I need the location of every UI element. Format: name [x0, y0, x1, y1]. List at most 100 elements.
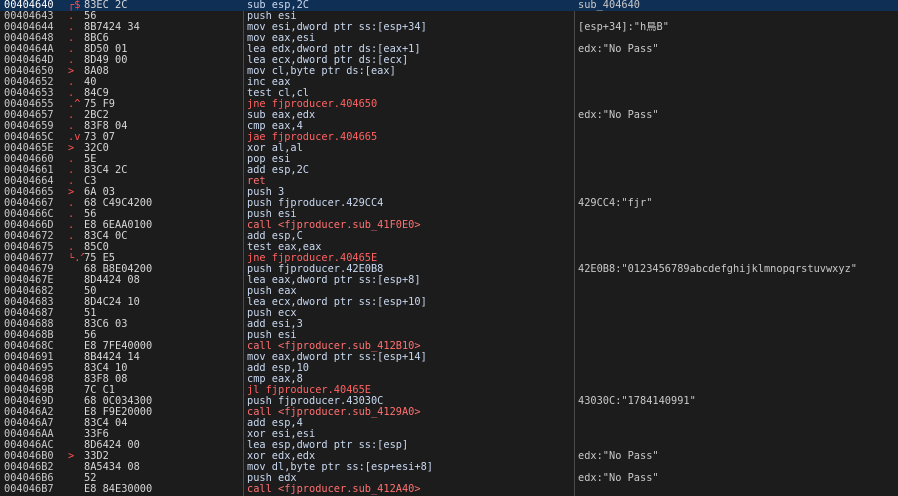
disasm-row[interactable]: 0040469D 68 0C034300 push fjproducer.43030… — [0, 396, 898, 407]
disasm-row[interactable]: 0040466C. 56 push esi — [0, 209, 898, 220]
bytes-cell: 32C0 — [84, 143, 109, 154]
instruction-cell: call <fjproducer.sub_4129A0> — [247, 407, 421, 418]
address-cell: 00404677 — [4, 253, 54, 264]
bytes-cell: 2BC2 — [84, 110, 109, 121]
instruction-cell: lea ecx,dword ptr ds:[ecx] — [247, 55, 409, 66]
disasm-row[interactable]: 00404687 51 push ecx — [0, 308, 898, 319]
bytes-cell: E8 6EAA0100 — [84, 220, 153, 231]
bytes-cell: 7C C1 — [84, 385, 115, 396]
disasm-row[interactable]: 004046A7 83C4 04 add esp,4 — [0, 418, 898, 429]
address-cell: 00404659 — [4, 121, 54, 132]
address-cell: 004046B2 — [4, 462, 54, 473]
disasm-row[interactable]: 00404698 83F8 08 cmp eax,8 — [0, 374, 898, 385]
bytes-cell: 83EC 2C — [84, 0, 128, 11]
disasm-row[interactable]: 00404675. 85C0 test eax,eax — [0, 242, 898, 253]
address-cell: 00404640 — [4, 0, 54, 11]
bytes-cell: 51 — [84, 308, 97, 319]
disasm-row[interactable]: 00404688 83C6 03 add esi,3 — [0, 319, 898, 330]
disasm-row[interactable]: 0040465E >32C0 xor al,al — [0, 143, 898, 154]
disasm-row[interactable]: 0040464A. 8D50 01 lea edx,dword ptr ds:[ea… — [0, 44, 898, 55]
address-cell: 00404698 — [4, 374, 54, 385]
instruction-cell: push ecx — [247, 308, 297, 319]
disasm-row[interactable]: 00404657. 2BC2 sub eax,edx edx:"No Pass" — [0, 110, 898, 121]
disasm-row[interactable]: 004046B6 52 push edx edx:"No Pass" — [0, 473, 898, 484]
address-cell: 00404667 — [4, 198, 54, 209]
disasm-row[interactable]: 00404664. C3 ret — [0, 176, 898, 187]
instruction-cell: push esi — [247, 11, 297, 22]
disasm-row[interactable]: 0040468B 56 push esi — [0, 330, 898, 341]
comment-cell: 43030C:"1784140991" — [578, 396, 696, 407]
disasm-row[interactable]: 004046B0 >33D2 xor edx,edx edx:"No Pass" — [0, 451, 898, 462]
address-cell: 00404664 — [4, 176, 54, 187]
disasm-row[interactable]: 00404640 ┌$ 83EC 2C sub esp,2C sub_404640 — [0, 0, 898, 11]
disasm-row[interactable]: 00404683 8D4C24 10 lea ecx,dword ptr ss:[e… — [0, 297, 898, 308]
branch-gutter: . — [68, 220, 75, 231]
address-cell: 00404679 — [4, 264, 54, 275]
address-cell: 00404665 — [4, 187, 54, 198]
branch-gutter: └.^ — [68, 253, 84, 264]
instruction-cell: pop esi — [247, 154, 291, 165]
disasm-row[interactable]: 00404665 >6A 03 push 3 — [0, 187, 898, 198]
bytes-cell: 83C4 2C — [84, 165, 128, 176]
disasm-row[interactable]: 004046AA 33F6 xor esi,esi — [0, 429, 898, 440]
disasm-row[interactable]: 0040467E 8D4424 08 lea eax,dword ptr ss:[e… — [0, 275, 898, 286]
address-cell: 00404687 — [4, 308, 54, 319]
bytes-cell: 83C6 03 — [84, 319, 128, 330]
address-cell: 00404655 — [4, 99, 54, 110]
branch-gutter: > — [68, 143, 75, 154]
bytes-cell: 85C0 — [84, 242, 109, 253]
instruction-cell: mov esi,dword ptr ss:[esp+34] — [247, 22, 427, 33]
bytes-cell: E8 84E30000 — [84, 484, 153, 495]
disasm-row[interactable]: 00404679 68 B8E04200 push fjproducer.42E0B… — [0, 264, 898, 275]
bytes-cell: E8 F9E20000 — [84, 407, 153, 418]
bytes-cell: 33F6 — [84, 429, 109, 440]
disasm-row[interactable]: 00404648. 8BC6 mov eax,esi — [0, 33, 898, 44]
instruction-cell: mov cl,byte ptr ds:[eax] — [247, 66, 396, 77]
disasm-row[interactable]: 00404650 >8A08 mov cl,byte ptr ds:[eax] — [0, 66, 898, 77]
disasm-row[interactable]: 0040466D. E8 6EAA0100 call <fjproducer.sub… — [0, 220, 898, 231]
disasm-row[interactable]: 0040465C .v 73 07 jae fjproducer.404665 — [0, 132, 898, 143]
disasm-row[interactable]: 00404667. 68 C49C4200 push fjproducer.429C… — [0, 198, 898, 209]
disasm-row[interactable]: 0040468C E8 7FE40000 call <fjproducer.sub_… — [0, 341, 898, 352]
disasm-row[interactable]: 00404682 50 push eax — [0, 286, 898, 297]
address-cell: 004046B7 — [4, 484, 54, 495]
disasm-row[interactable]: 00404695 83C4 10 add esp,10 — [0, 363, 898, 374]
disassembly-view[interactable]: 00404640 ┌$ 83EC 2C sub esp,2C sub_404640 004… — [0, 0, 898, 496]
disasm-row[interactable]: 0040469B 7C C1 jl fjproducer.40465E — [0, 385, 898, 396]
disasm-row[interactable]: 00404644. 8B7424 34 mov esi,dword ptr ss:[… — [0, 22, 898, 33]
instruction-cell: test eax,eax — [247, 242, 322, 253]
disasm-row[interactable]: 00404677 └.^ 75 E5 jne fjproducer.40465E — [0, 253, 898, 264]
comment-cell: edx:"No Pass" — [578, 451, 659, 462]
instruction-cell: call <fjproducer.sub_41F0E0> — [247, 220, 421, 231]
disasm-row[interactable]: 00404661. 83C4 2C add esp,2C — [0, 165, 898, 176]
instruction-cell: lea esp,dword ptr ss:[esp] — [247, 440, 409, 451]
instruction-cell: ret — [247, 176, 266, 187]
comment-cell: 42E0B8:"0123456789abcdefghijklmnopqrstuv… — [578, 264, 857, 275]
bytes-cell: 68 C49C4200 — [84, 198, 153, 209]
address-cell: 00404652 — [4, 77, 54, 88]
bytes-cell: 68 0C034300 — [84, 396, 153, 407]
disasm-row[interactable]: 00404672. 83C4 0C add esp,C — [0, 231, 898, 242]
disasm-row[interactable]: 004046B7 E8 84E30000 call <fjproducer.sub_… — [0, 484, 898, 495]
comment-cell: edx:"No Pass" — [578, 44, 659, 55]
disasm-row[interactable]: 004046B2 8A5434 08 mov dl,byte ptr ss:[esp… — [0, 462, 898, 473]
branch-gutter: .^ — [68, 99, 81, 110]
disasm-row[interactable]: 00404652. 40 inc eax — [0, 77, 898, 88]
bytes-cell: 83C4 10 — [84, 363, 128, 374]
disasm-row[interactable]: 00404655 .^ 75 F9 jne fjproducer.404650 — [0, 99, 898, 110]
instruction-cell: add esp,4 — [247, 418, 303, 429]
disasm-row[interactable]: 0040464D. 8D49 00 lea ecx,dword ptr ds:[ec… — [0, 55, 898, 66]
bytes-cell: 8D4C24 10 — [84, 297, 140, 308]
bytes-cell: 73 07 — [84, 132, 115, 143]
branch-gutter: > — [68, 66, 75, 77]
bytes-cell: 8D6424 00 — [84, 440, 140, 451]
disasm-row[interactable]: 00404653. 84C9 test cl,cl — [0, 88, 898, 99]
disasm-row[interactable]: 00404659. 83F8 04 cmp eax,4 — [0, 121, 898, 132]
instruction-cell: lea edx,dword ptr ds:[eax+1] — [247, 44, 421, 55]
disasm-row[interactable]: 00404643. 56 push esi — [0, 11, 898, 22]
disasm-row[interactable]: 00404691 8B4424 14 mov eax,dword ptr ss:[e… — [0, 352, 898, 363]
disasm-row[interactable]: 004046A2 E8 F9E20000 call <fjproducer.sub_… — [0, 407, 898, 418]
disasm-row[interactable]: 004046AC 8D6424 00 lea esp,dword ptr ss:[e… — [0, 440, 898, 451]
address-cell: 0040464A — [4, 44, 54, 55]
disasm-row[interactable]: 00404660. 5E pop esi — [0, 154, 898, 165]
